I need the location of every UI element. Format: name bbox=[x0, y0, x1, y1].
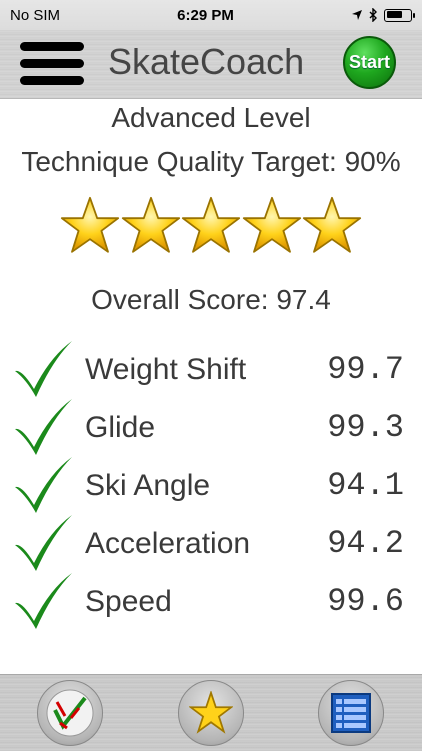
app-header: SkateCoach Start bbox=[0, 30, 422, 99]
metric-row: Ski Angle 94.1 bbox=[0, 457, 422, 519]
list-icon bbox=[331, 693, 371, 733]
metric-row: Glide 99.3 bbox=[0, 399, 422, 461]
level-title: Advanced Level bbox=[111, 102, 311, 133]
metric-label: Weight Shift bbox=[85, 353, 247, 386]
start-button[interactable]: Start bbox=[343, 36, 396, 89]
app-title: SkateCoach bbox=[108, 41, 305, 82]
checkmark-icon bbox=[15, 573, 72, 629]
quality-target: Technique Quality Target: 90% bbox=[21, 146, 401, 177]
star-icon bbox=[302, 196, 362, 253]
metric-label: Glide bbox=[85, 411, 156, 444]
metric-label: Speed bbox=[85, 585, 172, 618]
metric-value: 99.7 bbox=[327, 351, 404, 388]
checkmark-icon bbox=[15, 341, 72, 397]
star-icon bbox=[189, 691, 233, 734]
clock: 6:29 PM bbox=[177, 6, 234, 24]
metric-value: 94.1 bbox=[327, 467, 404, 504]
menu-icon[interactable] bbox=[20, 40, 84, 88]
star-icon bbox=[242, 196, 301, 253]
star-icon bbox=[60, 196, 120, 253]
metric-label: Acceleration bbox=[85, 527, 251, 560]
technique-chart-icon bbox=[46, 689, 94, 737]
tab-technique[interactable] bbox=[37, 680, 103, 746]
metric-value: 94.2 bbox=[327, 525, 404, 562]
location-arrow-icon bbox=[352, 10, 362, 20]
status-bar: No SIM 6:29 PM bbox=[0, 0, 422, 30]
metric-value: 99.6 bbox=[327, 583, 404, 620]
checkmark-icon bbox=[15, 515, 72, 571]
tab-rating[interactable] bbox=[178, 680, 244, 746]
tab-list[interactable] bbox=[318, 680, 384, 746]
checkmark-icon bbox=[15, 399, 72, 455]
metric-value: 99.3 bbox=[327, 409, 404, 446]
bluetooth-icon bbox=[369, 8, 377, 22]
star-rating bbox=[60, 196, 362, 258]
battery-level-fill bbox=[386, 11, 402, 18]
metric-row: Speed 99.6 bbox=[0, 573, 422, 635]
star-icon bbox=[181, 196, 241, 253]
battery-icon bbox=[384, 8, 415, 22]
checkmark-icon bbox=[15, 457, 72, 513]
carrier-label: No SIM bbox=[10, 6, 61, 24]
metric-label: Ski Angle bbox=[85, 469, 211, 502]
tab-bar bbox=[0, 674, 422, 751]
status-icons bbox=[351, 8, 415, 22]
metric-row: Acceleration 94.2 bbox=[0, 515, 422, 577]
overall-score: Overall Score: 97.4 bbox=[91, 284, 331, 315]
metric-row: Weight Shift 99.7 bbox=[0, 341, 422, 403]
star-icon bbox=[121, 196, 180, 253]
